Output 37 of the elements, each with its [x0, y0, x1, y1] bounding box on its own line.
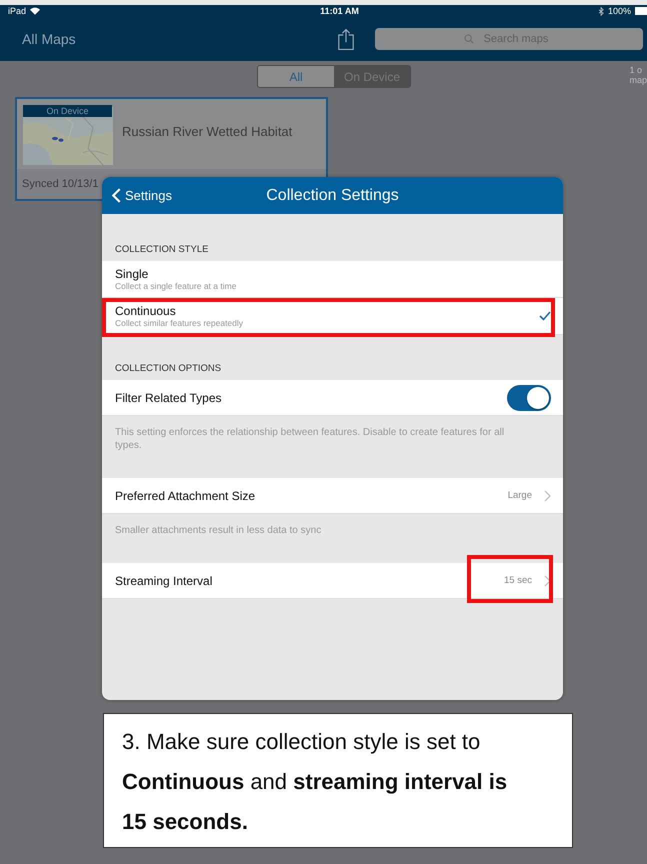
chevron-right-icon	[544, 574, 551, 586]
option-row[interactable]: Single Collect a single feature at a time	[102, 261, 563, 298]
battery-icon	[635, 7, 647, 15]
battery-label: 100%	[608, 6, 631, 16]
setting-row[interactable]: Preferred Attachment Size Large	[102, 478, 563, 514]
setting-value: Large	[508, 490, 532, 501]
section-header: COLLECTION OPTIONS	[115, 363, 222, 374]
device-label: iPad	[8, 6, 26, 16]
setting-note: This setting enforces the relationship between features. Disable to create features for all types.	[115, 427, 504, 451]
badge: On Device	[23, 105, 112, 117]
option-description: Collect similar features repeatedly	[115, 318, 244, 328]
back-button[interactable]: Settings	[102, 188, 172, 203]
bluetooth-icon	[598, 6, 604, 16]
option-label: Continuous	[115, 304, 177, 318]
count-label: 1 o	[629, 65, 643, 75]
share-icon[interactable]	[337, 28, 355, 50]
wifi-icon	[30, 7, 40, 15]
sync-date: Synced 10/13/1	[22, 178, 98, 190]
toggle-switch[interactable]	[507, 384, 551, 410]
search-icon	[464, 34, 474, 44]
setting-note: Smaller attachments result in less data to sync	[115, 525, 322, 536]
map-title: Russian River Wetted Habitat	[122, 124, 292, 138]
caption-text: 3. Make sure collection style is set to Continuous and streaming interval is 15 seconds.	[122, 728, 508, 836]
section-header: COLLECTION STYLE	[115, 244, 208, 255]
option-description: Collect a single feature at a time	[115, 281, 238, 291]
count-label: map	[629, 75, 647, 85]
clock: 11:01 AM	[319, 6, 360, 16]
nav-title: All Maps	[22, 31, 77, 47]
setting-value: 15 sec	[504, 575, 532, 586]
setting-row[interactable]: Filter Related Types	[102, 380, 563, 416]
setting-label: Streaming Interval	[115, 574, 214, 588]
setting-label: Filter Related Types	[115, 390, 222, 404]
setting-row[interactable]: Streaming Interval 15 sec	[102, 563, 563, 599]
option-label: Single	[115, 267, 150, 281]
chevron-right-icon	[544, 490, 551, 502]
chevron-left-icon	[112, 188, 121, 203]
setting-label: Preferred Attachment Size	[115, 488, 256, 502]
